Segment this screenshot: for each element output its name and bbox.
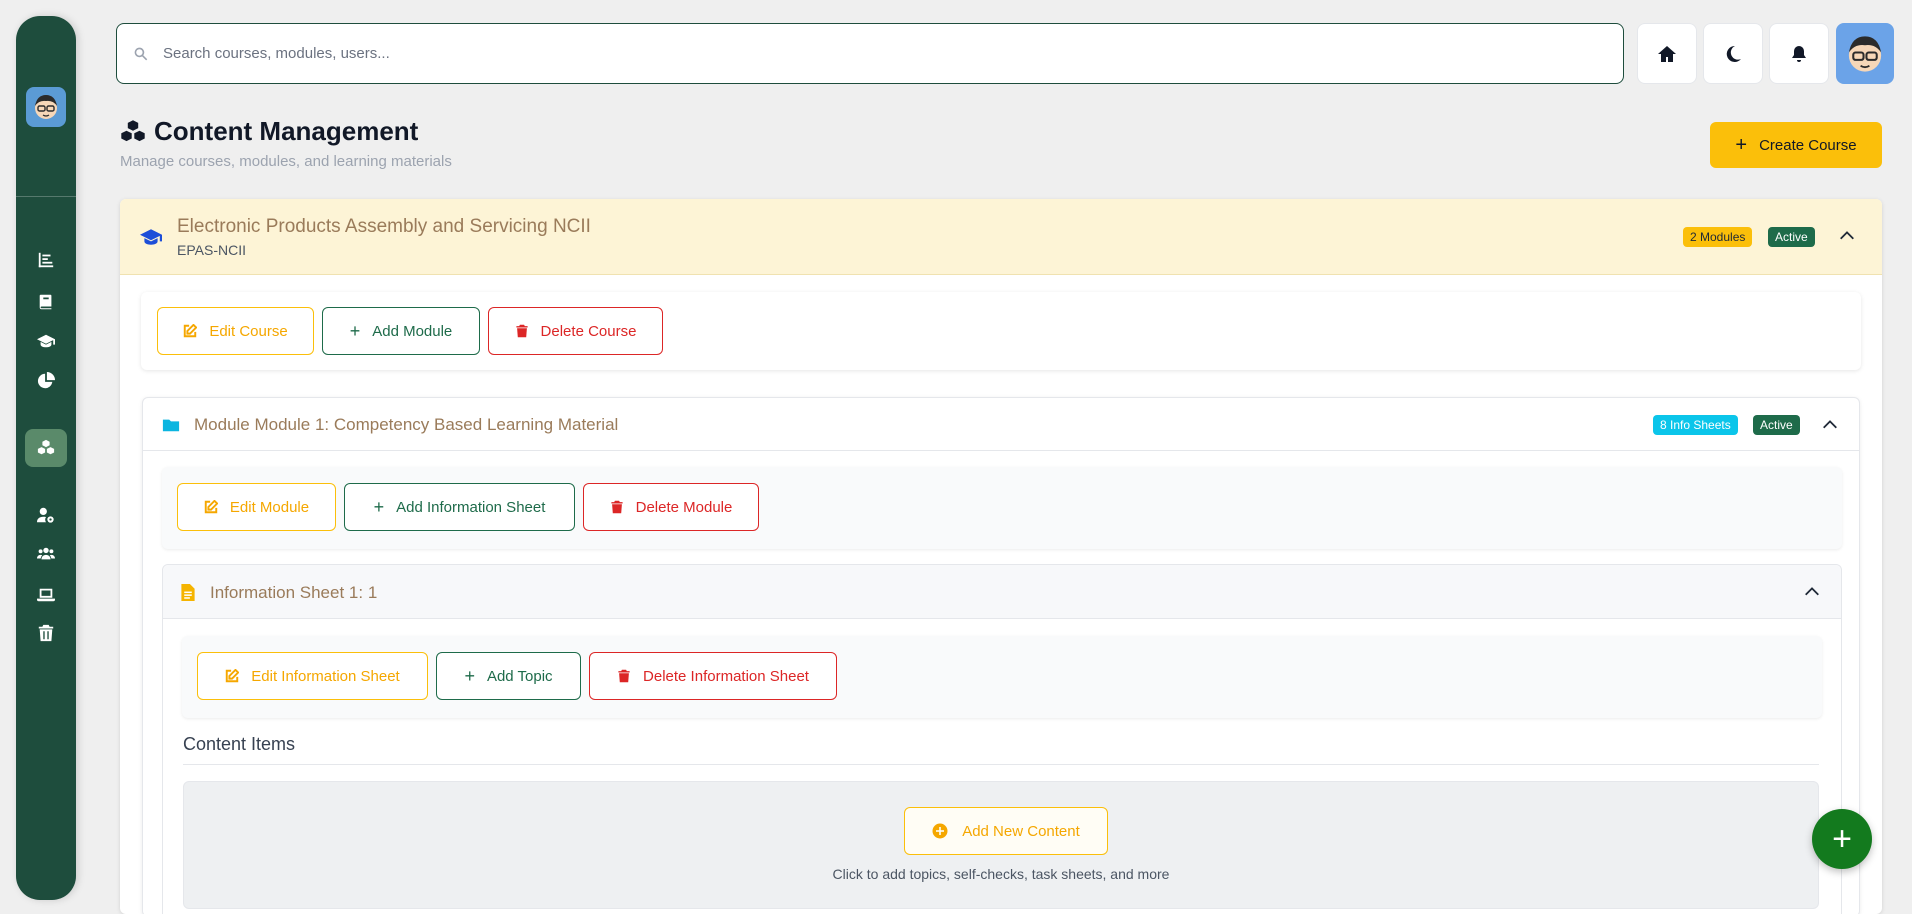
- home-icon: [1658, 45, 1676, 62]
- create-course-button[interactable]: + Create Course: [1710, 122, 1882, 168]
- add-new-content-label: Add New Content: [962, 822, 1080, 840]
- add-information-sheet-label: Add Information Sheet: [396, 498, 546, 516]
- chevron-up-icon[interactable]: [1838, 227, 1856, 245]
- sidebar-divider: [16, 196, 76, 197]
- moon-icon: [1726, 45, 1741, 62]
- trash-icon: [515, 324, 528, 338]
- floating-add-button[interactable]: +: [1812, 809, 1872, 869]
- user-gear-icon: [37, 507, 54, 523]
- sidebar: [16, 16, 76, 900]
- sidebar-item-students[interactable]: [30, 327, 62, 355]
- page-title: Content Management: [120, 116, 418, 147]
- delete-course-label: Delete Course: [540, 322, 637, 340]
- plus-icon: +: [373, 497, 385, 517]
- home-button[interactable]: [1637, 23, 1697, 84]
- edit-icon: [184, 324, 198, 338]
- plus-circle-icon: [932, 823, 948, 839]
- sidebar-item-trash[interactable]: [30, 619, 62, 647]
- module-title: Module Module 1: Competency Based Learni…: [194, 415, 619, 434]
- sidebar-item-content[interactable]: [25, 429, 67, 467]
- cubes-icon: [37, 439, 55, 455]
- delete-module-button[interactable]: Delete Module: [583, 483, 759, 531]
- folder-icon: [162, 419, 180, 432]
- avatar-face-icon: [1848, 35, 1882, 72]
- delete-module-label: Delete Module: [635, 498, 733, 516]
- edit-module-button[interactable]: Edit Module: [177, 483, 336, 531]
- graduation-cap-icon: [37, 334, 55, 348]
- cubes-icon: [121, 119, 145, 141]
- users-icon: [37, 547, 55, 560]
- edit-module-label: Edit Module: [229, 498, 310, 516]
- theme-toggle-button[interactable]: [1703, 23, 1763, 84]
- content-hint-text: Click to add topics, self-checks, task s…: [832, 866, 1170, 882]
- add-topic-button[interactable]: + Add Topic: [436, 652, 581, 700]
- graduation-cap-icon: [140, 229, 162, 245]
- notifications-button[interactable]: [1769, 23, 1829, 84]
- sidebar-item-users[interactable]: [30, 540, 62, 568]
- course-card: Electronic Products Assembly and Servici…: [120, 199, 1882, 914]
- content-items-empty-state: Add New Content Click to add topics, sel…: [183, 781, 1819, 909]
- information-sheet-actions: Edit Information Sheet + Add Topic Delet…: [182, 636, 1822, 718]
- course-actions: Edit Course + Add Module Delete Course: [141, 292, 1861, 370]
- modules-count-badge: 2 Modules: [1683, 227, 1753, 247]
- delete-information-sheet-button[interactable]: Delete Information Sheet: [589, 652, 837, 700]
- module-actions: Edit Module + Add Information Sheet Dele…: [162, 467, 1842, 549]
- content-divider: [183, 764, 1819, 765]
- sidebar-item-dashboard[interactable]: [30, 246, 62, 274]
- module-header[interactable]: Module Module 1: Competency Based Learni…: [143, 398, 1859, 451]
- plus-icon: +: [464, 666, 475, 686]
- add-new-content-button[interactable]: Add New Content: [904, 807, 1108, 855]
- add-information-sheet-button[interactable]: + Add Information Sheet: [344, 483, 575, 531]
- module-status-badge: Active: [1753, 415, 1800, 435]
- content-items-heading: Content Items: [183, 734, 296, 754]
- course-code: EPAS-NCII: [177, 242, 246, 258]
- chevron-up-icon[interactable]: [1803, 583, 1821, 601]
- add-topic-label: Add Topic: [486, 667, 553, 685]
- search-bar[interactable]: [116, 23, 1624, 84]
- delete-information-sheet-label: Delete Information Sheet: [643, 667, 809, 685]
- course-header[interactable]: Electronic Products Assembly and Servici…: [120, 199, 1882, 275]
- page-title-text: Content Management: [154, 116, 419, 146]
- sidebar-item-courses[interactable]: [30, 288, 62, 316]
- sidebar-avatar[interactable]: [26, 87, 66, 127]
- edit-course-button[interactable]: Edit Course: [157, 307, 314, 355]
- edit-icon: [226, 669, 240, 683]
- add-module-button[interactable]: + Add Module: [322, 307, 480, 355]
- edit-information-sheet-button[interactable]: Edit Information Sheet: [197, 652, 428, 700]
- course-status-badge: Active: [1768, 227, 1815, 247]
- delete-course-button[interactable]: Delete Course: [488, 307, 663, 355]
- information-sheet-card: Information Sheet 1: 1 Edit Information …: [162, 564, 1842, 914]
- book-icon: [39, 294, 52, 310]
- trash-icon: [38, 624, 54, 642]
- edit-course-label: Edit Course: [209, 322, 288, 340]
- search-input[interactable]: [163, 45, 1563, 62]
- module-card: Module Module 1: Competency Based Learni…: [142, 397, 1860, 914]
- bell-icon: [1792, 45, 1806, 62]
- search-icon: [134, 47, 148, 60]
- edit-information-sheet-label: Edit Information Sheet: [251, 667, 400, 685]
- create-course-label: Create Course: [1759, 136, 1857, 154]
- information-sheet-title: Information Sheet 1: 1: [210, 583, 378, 602]
- edit-icon: [204, 500, 218, 514]
- trash-icon: [618, 669, 630, 683]
- file-icon: [181, 584, 195, 601]
- user-avatar-button[interactable]: [1836, 23, 1894, 84]
- pie-chart-icon: [37, 372, 55, 389]
- plus-icon: +: [349, 321, 361, 341]
- avatar-face-icon: [35, 95, 57, 119]
- info-sheets-count-badge: 8 Info Sheets: [1653, 415, 1738, 435]
- sidebar-item-reports[interactable]: [30, 367, 62, 395]
- sidebar-item-user-settings[interactable]: [30, 501, 62, 529]
- page-subtitle: Manage courses, modules, and learning ma…: [120, 153, 452, 170]
- add-module-label: Add Module: [372, 322, 453, 340]
- course-title: Electronic Products Assembly and Servici…: [177, 216, 591, 237]
- sidebar-item-devices[interactable]: [30, 581, 62, 609]
- bar-chart-icon: [38, 252, 54, 268]
- plus-icon: +: [1735, 134, 1748, 156]
- chevron-up-icon[interactable]: [1821, 416, 1839, 434]
- laptop-icon: [37, 588, 55, 602]
- information-sheet-header[interactable]: Information Sheet 1: 1: [163, 565, 1841, 619]
- trash-icon: [611, 500, 623, 514]
